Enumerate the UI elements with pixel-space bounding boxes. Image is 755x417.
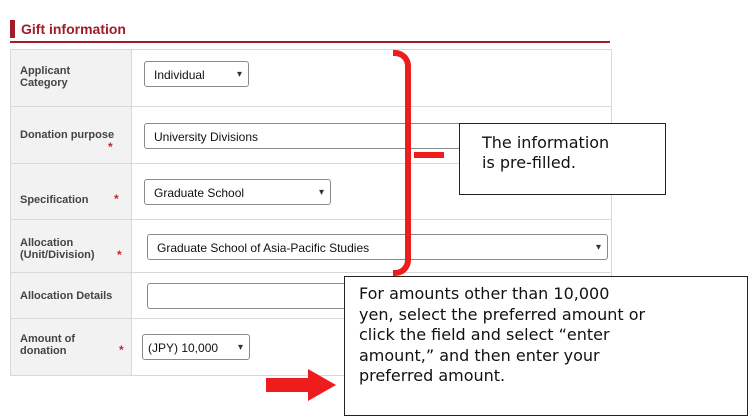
allocation-value: Graduate School of Asia-Pacific Studies [157, 241, 370, 255]
specification-value: Graduate School [154, 186, 245, 200]
amount-callout: For amounts other than 10,000 yen, selec… [344, 276, 748, 416]
arrow-icon [266, 378, 310, 392]
chevron-down-icon: ▾ [595, 242, 601, 253]
label-cell: Donation purpose * [11, 107, 132, 163]
amount-select[interactable]: (JPY) 10,000 ▾ [142, 334, 250, 360]
allocation-details-label: Allocation Details [20, 290, 113, 302]
label-cell: Amount of donation * [11, 319, 132, 375]
allocation-select[interactable]: Graduate School of Asia-Pacific Studies … [147, 234, 608, 260]
donation-purpose-label: Donation purpose [20, 129, 115, 141]
annotation-bracket [393, 50, 411, 276]
prefilled-callout-text: The information is pre-filled. [482, 133, 610, 172]
amount-callout-text: For amounts other than 10,000 yen, selec… [359, 284, 646, 385]
allocation-label: Allocation (Unit/Division) [20, 237, 95, 261]
section-title: Gift information [10, 20, 126, 38]
applicant-category-select[interactable]: Individual ▾ [144, 61, 249, 87]
title-divider [10, 41, 610, 43]
amount-value: (JPY) 10,000 [148, 341, 219, 355]
label-cell: Applicant Category [11, 50, 132, 106]
required-marker: * [117, 248, 122, 262]
required-marker: * [114, 192, 119, 206]
label-cell: Allocation Details [11, 273, 132, 318]
chevron-down-icon: ▾ [237, 342, 243, 353]
row-applicant-category: Applicant Category Individual ▾ [11, 50, 611, 107]
label-cell: Specification * [11, 164, 132, 219]
required-marker: * [119, 343, 124, 357]
annotation-bracket-tip [414, 152, 444, 158]
applicant-category-label: Applicant Category [20, 65, 71, 89]
amount-label: Amount of donation [20, 333, 75, 357]
label-cell: Allocation (Unit/Division) * [11, 220, 132, 272]
chevron-down-icon: ▾ [236, 69, 242, 80]
specification-select[interactable]: Graduate School ▾ [144, 179, 331, 205]
required-marker: * [108, 140, 113, 154]
applicant-category-value: Individual [154, 68, 205, 82]
row-allocation: Allocation (Unit/Division) * Graduate Sc… [11, 220, 611, 273]
donation-purpose-value: University Divisions [154, 130, 259, 144]
arrow-head-icon [308, 369, 336, 401]
prefilled-callout: The information is pre-filled. [459, 123, 666, 195]
specification-label: Specification [20, 194, 89, 206]
chevron-down-icon: ▾ [318, 187, 324, 198]
